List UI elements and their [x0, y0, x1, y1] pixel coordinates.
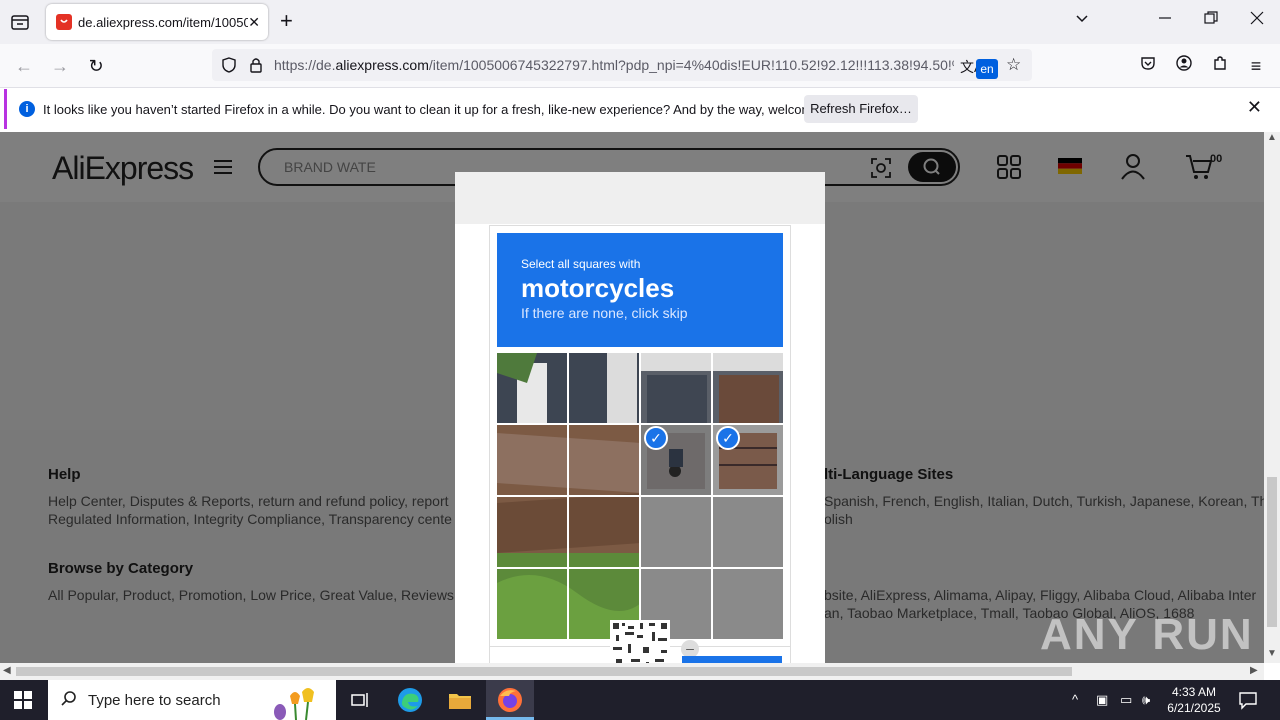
scroll-down-icon[interactable]: ▼ [1267, 648, 1277, 659]
horizontal-scrollbar[interactable]: ◀ ▶ [0, 663, 1264, 680]
scroll-left-icon[interactable]: ◀ [3, 665, 11, 676]
back-icon[interactable]: ← [12, 54, 36, 78]
clock-time: 4:33 AM [1171, 685, 1217, 699]
grid-cell[interactable] [497, 425, 567, 495]
taskbar-clock[interactable]: 4:33 AM 6/21/2025 [1160, 684, 1228, 716]
anyrun-watermark: ANY RUN [1040, 610, 1254, 659]
grid-cell[interactable] [569, 425, 639, 495]
firefox-icon [498, 688, 522, 712]
grid-cell[interactable] [497, 497, 567, 567]
qr-code-icon [610, 620, 670, 663]
language-badge[interactable]: en [976, 59, 998, 79]
scroll-right-icon[interactable]: ▶ [1250, 665, 1258, 676]
tab-bar: de.aliexpress.com/item/1005006745322797.… [0, 0, 1280, 44]
restore-icon[interactable] [1204, 10, 1218, 31]
challenge-instructions: Select all squares with motorcycles If t… [497, 233, 783, 347]
taskbar-search-box[interactable]: Type here to search [48, 680, 336, 720]
image-grid: ✓ ✓ [497, 353, 783, 639]
tab-list-icon[interactable] [8, 10, 32, 34]
search-icon [60, 690, 78, 713]
grid-cell[interactable] [569, 497, 639, 567]
grid-cell[interactable] [641, 353, 711, 423]
instruction-small: Select all squares with [521, 257, 641, 271]
verify-button[interactable] [682, 656, 782, 663]
grid-cell[interactable] [713, 353, 783, 423]
vertical-scrollbar[interactable]: ▲ ▼ [1264, 132, 1280, 663]
instruction-object: motorcycles [521, 273, 675, 303]
grid-cell[interactable] [641, 497, 711, 567]
vertical-scroll-thumb[interactable] [1267, 477, 1277, 627]
url-text[interactable]: https://de.aliexpress.com/item/100500674… [274, 57, 954, 73]
windows-start-icon[interactable] [14, 691, 32, 709]
network-icon[interactable]: ▭ [1120, 692, 1132, 708]
active-tab[interactable]: de.aliexpress.com/item/1005006745322797.… [46, 4, 268, 40]
address-bar[interactable]: https://de.aliexpress.com/item/100500674… [212, 49, 1032, 81]
notice-text: It looks like you haven’t started Firefo… [43, 101, 855, 117]
forward-icon[interactable]: → [48, 54, 72, 78]
instruction-sub: If there are none, click skip [521, 305, 688, 321]
reload-icon[interactable]: ↻ [84, 54, 108, 78]
grid-cell[interactable] [497, 353, 567, 423]
security-tray-icon[interactable]: ▣ [1096, 692, 1108, 708]
close-tab-icon[interactable]: ✕ [248, 14, 260, 31]
bookmark-star-icon[interactable]: ☆ [1006, 55, 1021, 75]
extensions-icon[interactable] [1208, 54, 1232, 78]
grid-cell[interactable] [569, 353, 639, 423]
close-notice-icon[interactable]: ✕ [1247, 97, 1262, 118]
captcha-challenge: Select all squares with motorcycles If t… [489, 225, 791, 663]
firefox-refresh-notice: i It looks like you haven’t started Fire… [4, 89, 1276, 129]
shield-icon[interactable] [220, 56, 238, 79]
navigation-bar: ← → ↻ https://de.aliexpress.com/item/100… [0, 44, 1280, 88]
grid-cell[interactable] [713, 497, 783, 567]
new-tab-icon[interactable]: + [280, 10, 293, 32]
volume-icon[interactable]: 🕪 [1142, 692, 1150, 708]
selected-check-icon[interactable]: ✓ [644, 426, 668, 450]
selected-check-icon[interactable]: ✓ [716, 426, 740, 450]
grid-cell[interactable] [713, 569, 783, 639]
windows-taskbar: Type here to search ^ ▣ ▭ 🕪 4:33 AM 6/21… [0, 680, 1280, 720]
file-explorer-icon[interactable] [446, 686, 474, 714]
pocket-icon[interactable] [1136, 54, 1160, 78]
horizontal-scroll-thumb[interactable] [16, 667, 1072, 676]
taskbar-search-placeholder: Type here to search [88, 692, 221, 709]
task-view-icon[interactable] [346, 686, 374, 714]
scroll-up-icon[interactable]: ▲ [1267, 132, 1277, 143]
close-window-icon[interactable] [1250, 10, 1264, 31]
list-all-tabs-icon[interactable] [1074, 10, 1090, 31]
refresh-firefox-button[interactable]: Refresh Firefox… [804, 95, 918, 123]
account-icon[interactable] [1172, 54, 1196, 78]
grid-cell[interactable] [497, 569, 567, 639]
firefox-taskbar-button[interactable] [486, 680, 534, 720]
info-icon: i [19, 101, 35, 117]
edge-browser-icon[interactable] [396, 686, 424, 714]
clock-date: 6/21/2025 [1167, 701, 1221, 715]
notifications-icon[interactable] [1238, 690, 1258, 715]
captcha-dialog: Select all squares with motorcycles If t… [455, 172, 825, 663]
aliexpress-favicon-icon [56, 14, 72, 30]
tab-title: de.aliexpress.com/item/1005006745322797.… [78, 14, 248, 30]
tray-overflow-icon[interactable]: ^ [1072, 692, 1078, 707]
minimize-icon[interactable] [1158, 10, 1172, 31]
lock-icon[interactable] [248, 56, 264, 79]
menu-icon[interactable]: ≡ [1244, 54, 1268, 78]
search-highlight-tulips-icon [262, 682, 332, 720]
captcha-header [455, 172, 825, 224]
